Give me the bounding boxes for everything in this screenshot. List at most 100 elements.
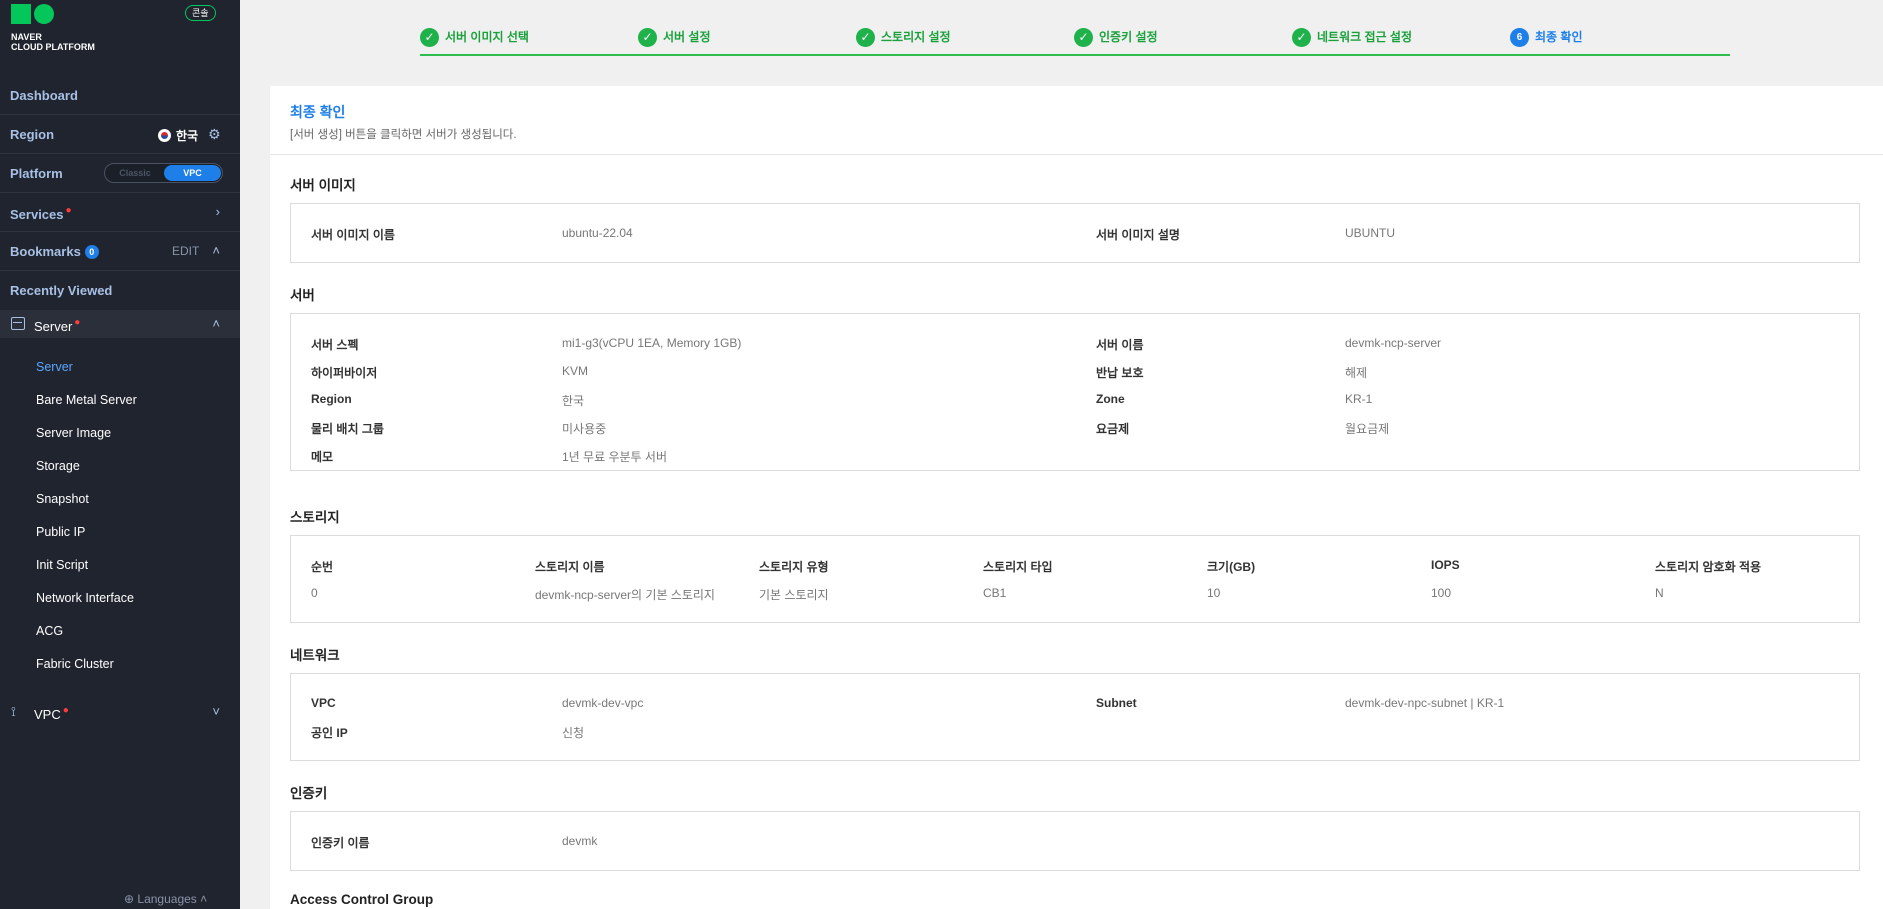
section-title-storage: 스토리지 [290,510,340,525]
sidebar-subitem-network-interface[interactable]: Network Interface [0,581,240,614]
sidebar-subitem-bare-metal-server[interactable]: Bare Metal Server [0,383,240,416]
sidebar: NAVER CLOUD PLATFORM 콘솔 Dashboard Region… [0,0,240,909]
step-auth-key-settings[interactable]: ✓ 인증키 설정 [1074,28,1158,48]
server-spec-value: mi1-g3(vCPU 1EA, Memory 1GB) [562,336,742,350]
server-image-desc-value: UBUNTU [1345,226,1395,240]
fee-plan-label: 요금제 [1096,422,1130,436]
sidebar-platform: Platform Classic VPC [0,154,240,193]
check-icon: ✓ [856,28,875,48]
auth-key-box: 인증키 이름 devmk [290,811,1860,871]
bookmarks-edit-button[interactable]: EDIT [172,244,199,258]
chevron-down-icon[interactable]: ˅ [212,704,220,719]
hypervisor-label: 하이퍼바이저 [311,366,378,380]
vpc-label: VPC ● [34,705,69,722]
storage-cell: devmk-ncp-server의 기본 스토리지 [535,588,715,602]
console-badge[interactable]: 콘솔 [185,5,216,21]
sidebar-item-services[interactable]: Services ● › [0,193,240,232]
recently-viewed-label: Recently Viewed [10,283,113,298]
server-submenu: Server Bare Metal Server Server Image St… [0,350,240,680]
storage-col-header: 스토리지 타입 [983,560,1053,574]
sidebar-item-server[interactable]: Server ● ˄ [0,310,240,338]
fee-plan-value: 월요금제 [1345,422,1390,436]
sidebar-subitem-fabric-cluster[interactable]: Fabric Cluster [0,647,240,680]
storage-col-header: 스토리지 유형 [759,560,829,574]
storage-col-header: 크기(GB) [1207,560,1256,574]
vpc-field-value: devmk-dev-vpc [562,696,644,710]
step-network-access-settings[interactable]: ✓ 네트워크 접근 설정 [1292,28,1412,48]
storage-col-header: 스토리지 암호화 적용 [1655,560,1762,574]
logo-square-icon [11,4,31,24]
server-image-name-label: 서버 이미지 이름 [311,228,395,242]
platform-classic-option[interactable]: Classic [105,164,165,182]
section-title-acg: Access Control Group [290,892,434,907]
server-box: 서버 스펙 mi1-g3(vCPU 1EA, Memory 1GB) 서버 이름… [290,313,1860,471]
chevron-up-icon[interactable]: ˄ [212,243,220,258]
section-title-auth-key: 인증키 [290,786,328,801]
platform-label: Platform [10,166,63,181]
sidebar-subitem-storage[interactable]: Storage [0,449,240,482]
sidebar-item-recently-viewed[interactable]: Recently Viewed [0,271,240,310]
public-ip-label: 공인 IP [311,726,348,740]
wizard-stepper: ✓ 서버 이미지 선택 ✓ 서버 설정 ✓ 스토리지 설정 ✓ 인증키 설정 ✓ 네트워크… [420,24,1730,58]
storage-cell: N [1655,586,1664,600]
step-server-settings[interactable]: ✓ 서버 설정 [638,28,711,48]
sidebar-subitem-public-ip[interactable]: Public IP [0,515,240,548]
storage-cell: 100 [1431,586,1452,600]
sidebar-subitem-init-script[interactable]: Init Script [0,548,240,581]
server-image-name-value: ubuntu-22.04 [562,226,633,240]
server-icon [11,317,25,330]
chevron-up-icon[interactable]: ˄ [212,316,220,331]
storage-col-header: 순번 [311,560,334,574]
network-box: VPC devmk-dev-vpc Subnet devmk-dev-npc-s… [290,673,1860,761]
globe-icon: ⊕ [124,892,135,906]
new-dot-icon: ● [62,705,69,716]
sidebar-region[interactable]: Region 한국 ⚙ [0,115,240,154]
check-icon: ✓ [1292,28,1311,48]
subnet-label: Subnet [1096,696,1137,710]
subnet-value: devmk-dev-npc-subnet | KR-1 [1345,696,1505,710]
sidebar-subitem-server[interactable]: Server [0,350,240,383]
final-confirm-panel: 최종 확인 [서버 생성] 버튼을 클릭하면 서버가 생성됩니다. 서버 이미지… [270,86,1883,909]
platform-vpc-option[interactable]: VPC [164,165,221,181]
step-final-confirm[interactable]: 6 최종 확인 [1510,28,1583,48]
region-value: 한국 [158,127,198,144]
auth-key-name-label: 인증키 이름 [311,836,370,850]
check-icon: ✓ [420,28,439,48]
public-ip-value: 신청 [562,726,585,740]
logo-text: NAVER CLOUD PLATFORM [11,32,95,52]
step-storage-settings[interactable]: ✓ 스토리지 설정 [856,28,951,48]
panel-title: 최종 확인 [290,104,346,120]
sidebar-item-bookmarks[interactable]: Bookmarks 0 EDIT ˄ [0,232,240,271]
korea-flag-icon [158,129,171,142]
sidebar-item-dashboard[interactable]: Dashboard [0,76,240,115]
region-field-value: 한국 [562,394,585,408]
languages-button[interactable]: ⊕ Languages ˄ [124,892,207,906]
sidebar-item-vpc[interactable]: ⟟ VPC ● ˅ [0,698,240,726]
naver-cloud-logo[interactable]: NAVER CLOUD PLATFORM [11,4,95,54]
return-protection-label: 반납 보호 [1096,366,1144,380]
step-server-image[interactable]: ✓ 서버 이미지 선택 [420,28,529,48]
dashboard-label: Dashboard [10,88,78,103]
logo-circle-icon [34,4,54,24]
storage-cell: CB1 [983,586,1007,600]
sidebar-subitem-server-image[interactable]: Server Image [0,416,240,449]
memo-value: 1년 무료 우분투 서버 [562,450,667,464]
stepper-progress-line [420,54,1730,56]
chevron-right-icon: › [215,204,220,219]
panel-subtitle: [서버 생성] 버튼을 클릭하면 서버가 생성됩니다. [290,129,517,141]
check-icon: ✓ [1074,28,1093,48]
platform-toggle[interactable]: Classic VPC [104,163,223,183]
bookmarks-label: Bookmarks 0 [10,244,99,259]
placement-group-label: 물리 배치 그룹 [311,422,384,436]
gear-icon[interactable]: ⚙ [208,126,221,143]
zone-value: KR-1 [1345,392,1373,406]
section-title-network: 네트워크 [290,648,340,663]
new-dot-icon: ● [74,317,81,328]
sidebar-subitem-acg[interactable]: ACG [0,614,240,647]
storage-table: 순번 스토리지 이름 스토리지 유형 스토리지 타입 크기(GB) IOPS 스… [290,535,1860,623]
server-spec-label: 서버 스펙 [311,338,359,352]
sidebar-subitem-snapshot[interactable]: Snapshot [0,482,240,515]
hypervisor-value: KVM [562,364,589,378]
storage-cell: 0 [311,586,318,600]
memo-label: 메모 [311,450,334,464]
